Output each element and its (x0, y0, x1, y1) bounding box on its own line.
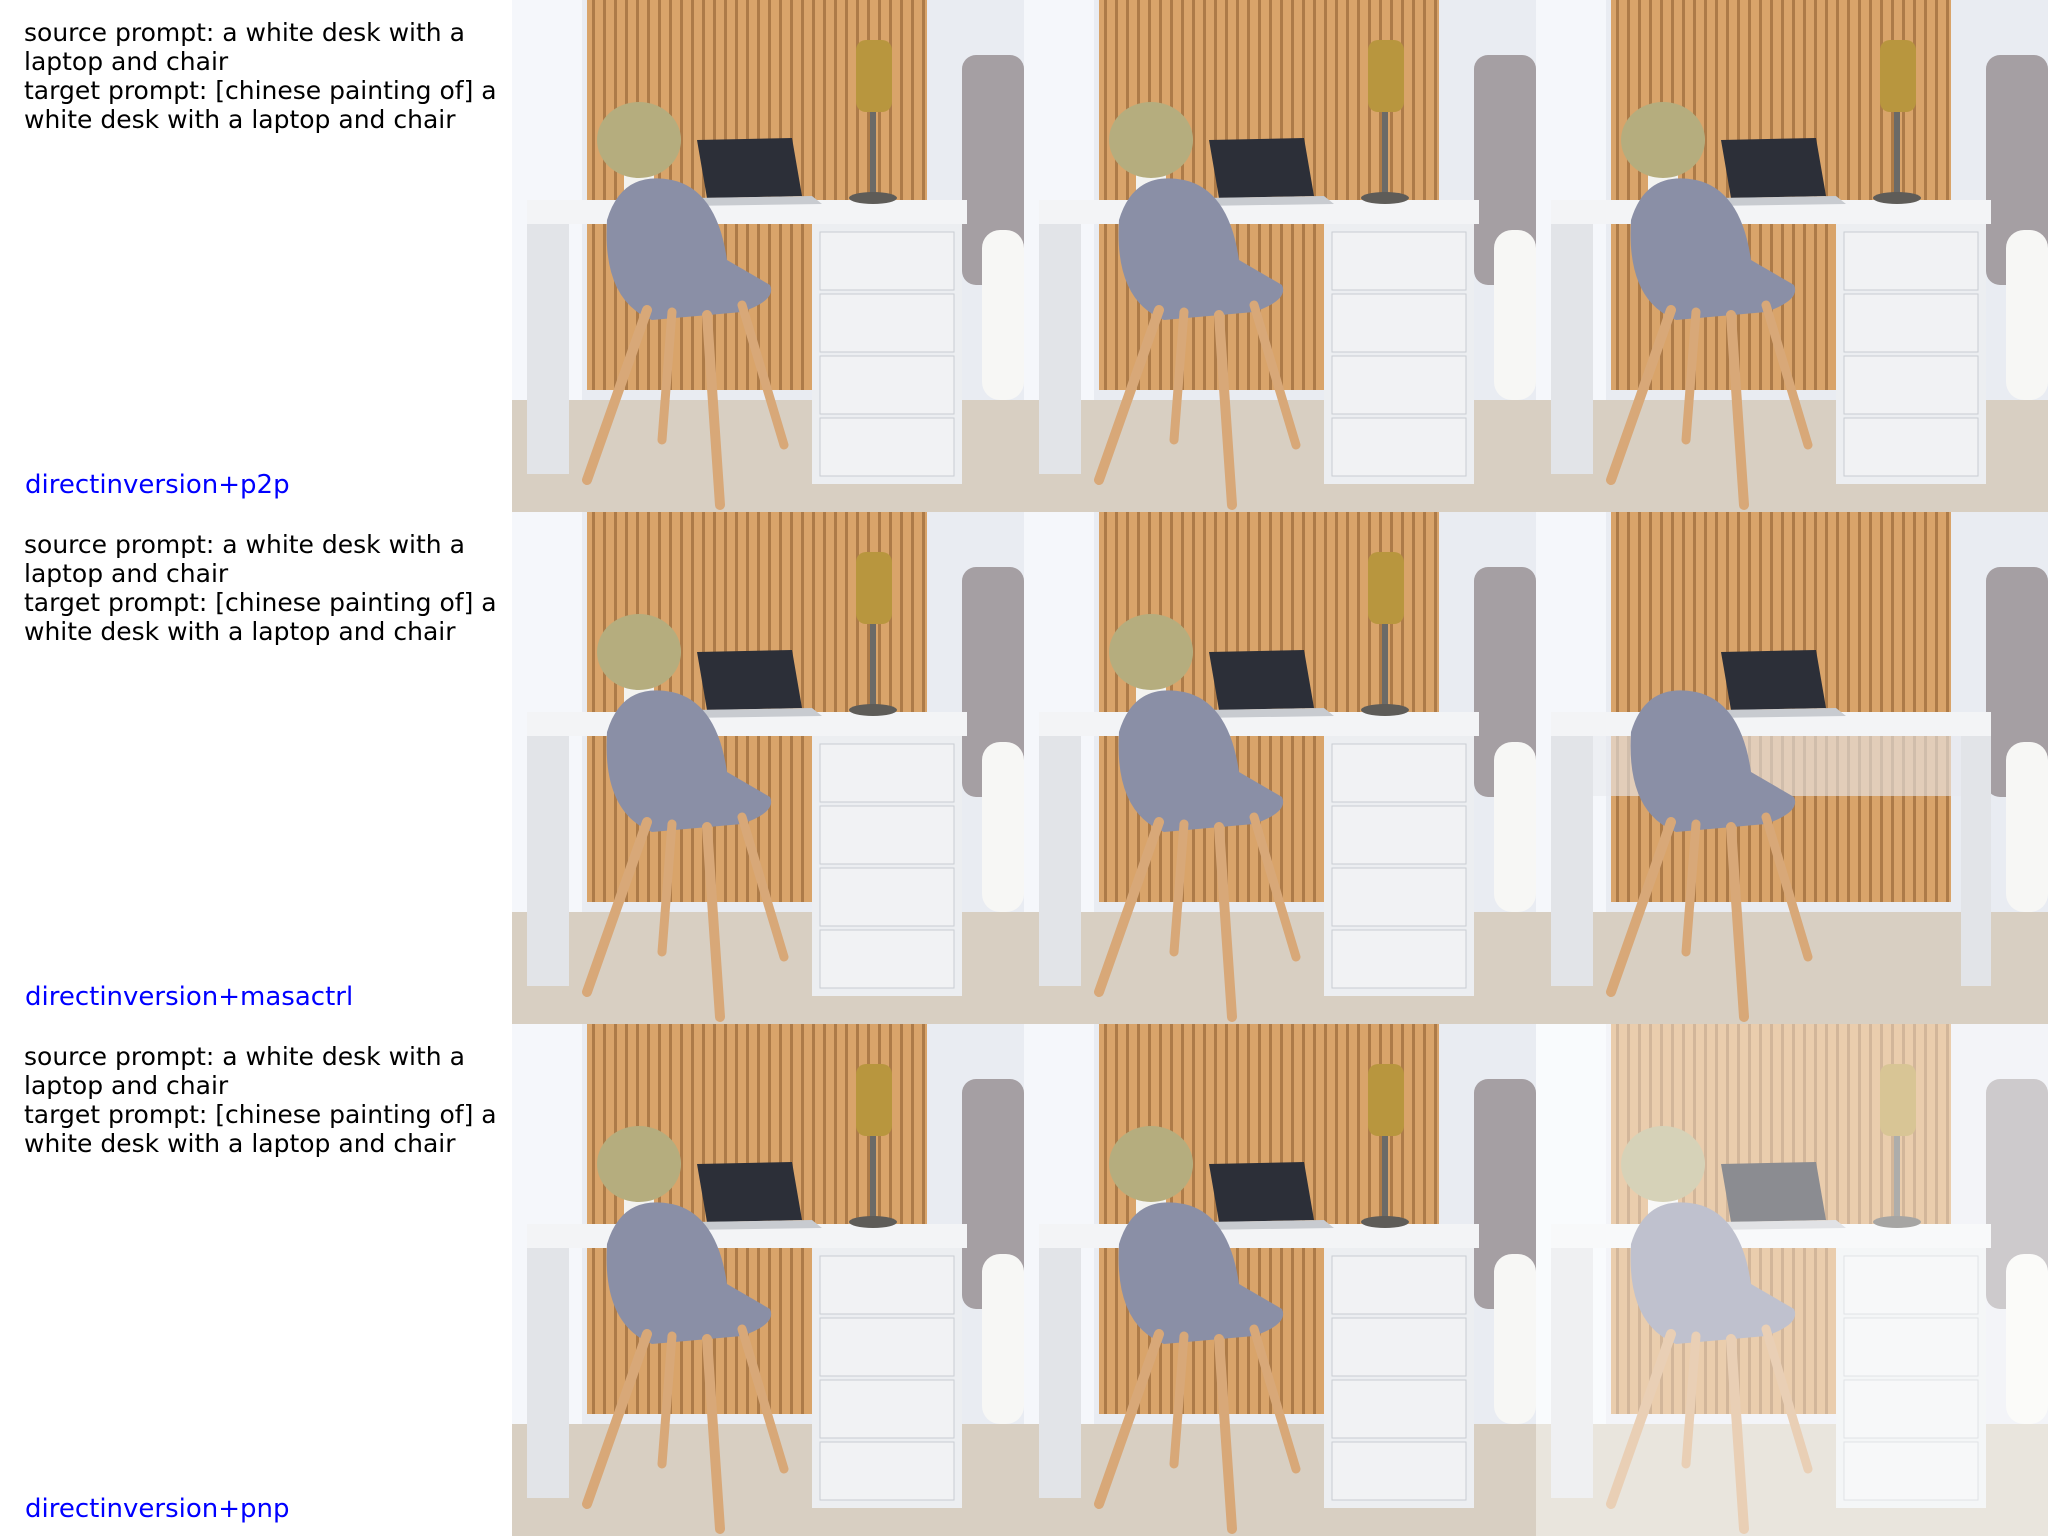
bed-linen (1494, 230, 1536, 400)
result-row: source prompt: a white desk with a lapto… (0, 512, 2048, 1024)
result-row: source prompt: a white desk with a lapto… (0, 1024, 2048, 1536)
bed-linen (982, 742, 1024, 912)
edited-image (1536, 512, 2048, 1024)
method-label: directinversion+p2p (25, 470, 290, 500)
desk-scene-svg (1024, 1024, 1536, 1536)
bed-linen (982, 1254, 1024, 1424)
painting-wash (1536, 1024, 2048, 1536)
desk-scene-svg (1024, 512, 1536, 1024)
comparison-grid: source prompt: a white desk with a lapto… (0, 0, 2048, 1536)
desk-scene-svg (1024, 0, 1536, 512)
bed-linen (982, 230, 1024, 400)
original-image (512, 1024, 1024, 1536)
prompt-text: source prompt: a white desk with a lapto… (24, 18, 510, 134)
source-prompt: source prompt: a white desk with a lapto… (24, 1042, 465, 1100)
row-caption: source prompt: a white desk with a lapto… (0, 0, 512, 512)
original-image (512, 512, 1024, 1024)
bed-linen (2006, 230, 2048, 400)
method-label: directinversion+masactrl (25, 982, 354, 1012)
target-prompt: target prompt: [chinese painting of] a w… (24, 1100, 497, 1158)
target-prompt: target prompt: [chinese painting of] a w… (24, 588, 497, 646)
result-row: source prompt: a white desk with a lapto… (0, 0, 2048, 512)
desk-scene-svg (1536, 512, 2048, 1024)
edited-image (1536, 0, 2048, 512)
row-caption: source prompt: a white desk with a lapto… (0, 1024, 512, 1536)
desk-scene-svg (512, 1024, 1024, 1536)
prompt-text: source prompt: a white desk with a lapto… (24, 1042, 510, 1158)
source-prompt: source prompt: a white desk with a lapto… (24, 530, 465, 588)
bed-linen (1494, 1254, 1536, 1424)
edited-image (1536, 1024, 2048, 1536)
reconstruction-image (1024, 0, 1536, 512)
prompt-text: source prompt: a white desk with a lapto… (24, 530, 510, 646)
desk-scene-svg (1536, 0, 2048, 512)
desk-scene-svg (512, 0, 1024, 512)
source-prompt: source prompt: a white desk with a lapto… (24, 18, 465, 76)
bed-linen (1494, 742, 1536, 912)
target-prompt: target prompt: [chinese painting of] a w… (24, 76, 497, 134)
method-label: directinversion+pnp (25, 1494, 290, 1524)
reconstruction-image (1024, 512, 1536, 1024)
original-image (512, 0, 1024, 512)
desk-scene-svg (1536, 1024, 2048, 1536)
reconstruction-image (1024, 1024, 1536, 1536)
desk-scene-svg (512, 512, 1024, 1024)
bed-linen (2006, 742, 2048, 912)
row-caption: source prompt: a white desk with a lapto… (0, 512, 512, 1024)
